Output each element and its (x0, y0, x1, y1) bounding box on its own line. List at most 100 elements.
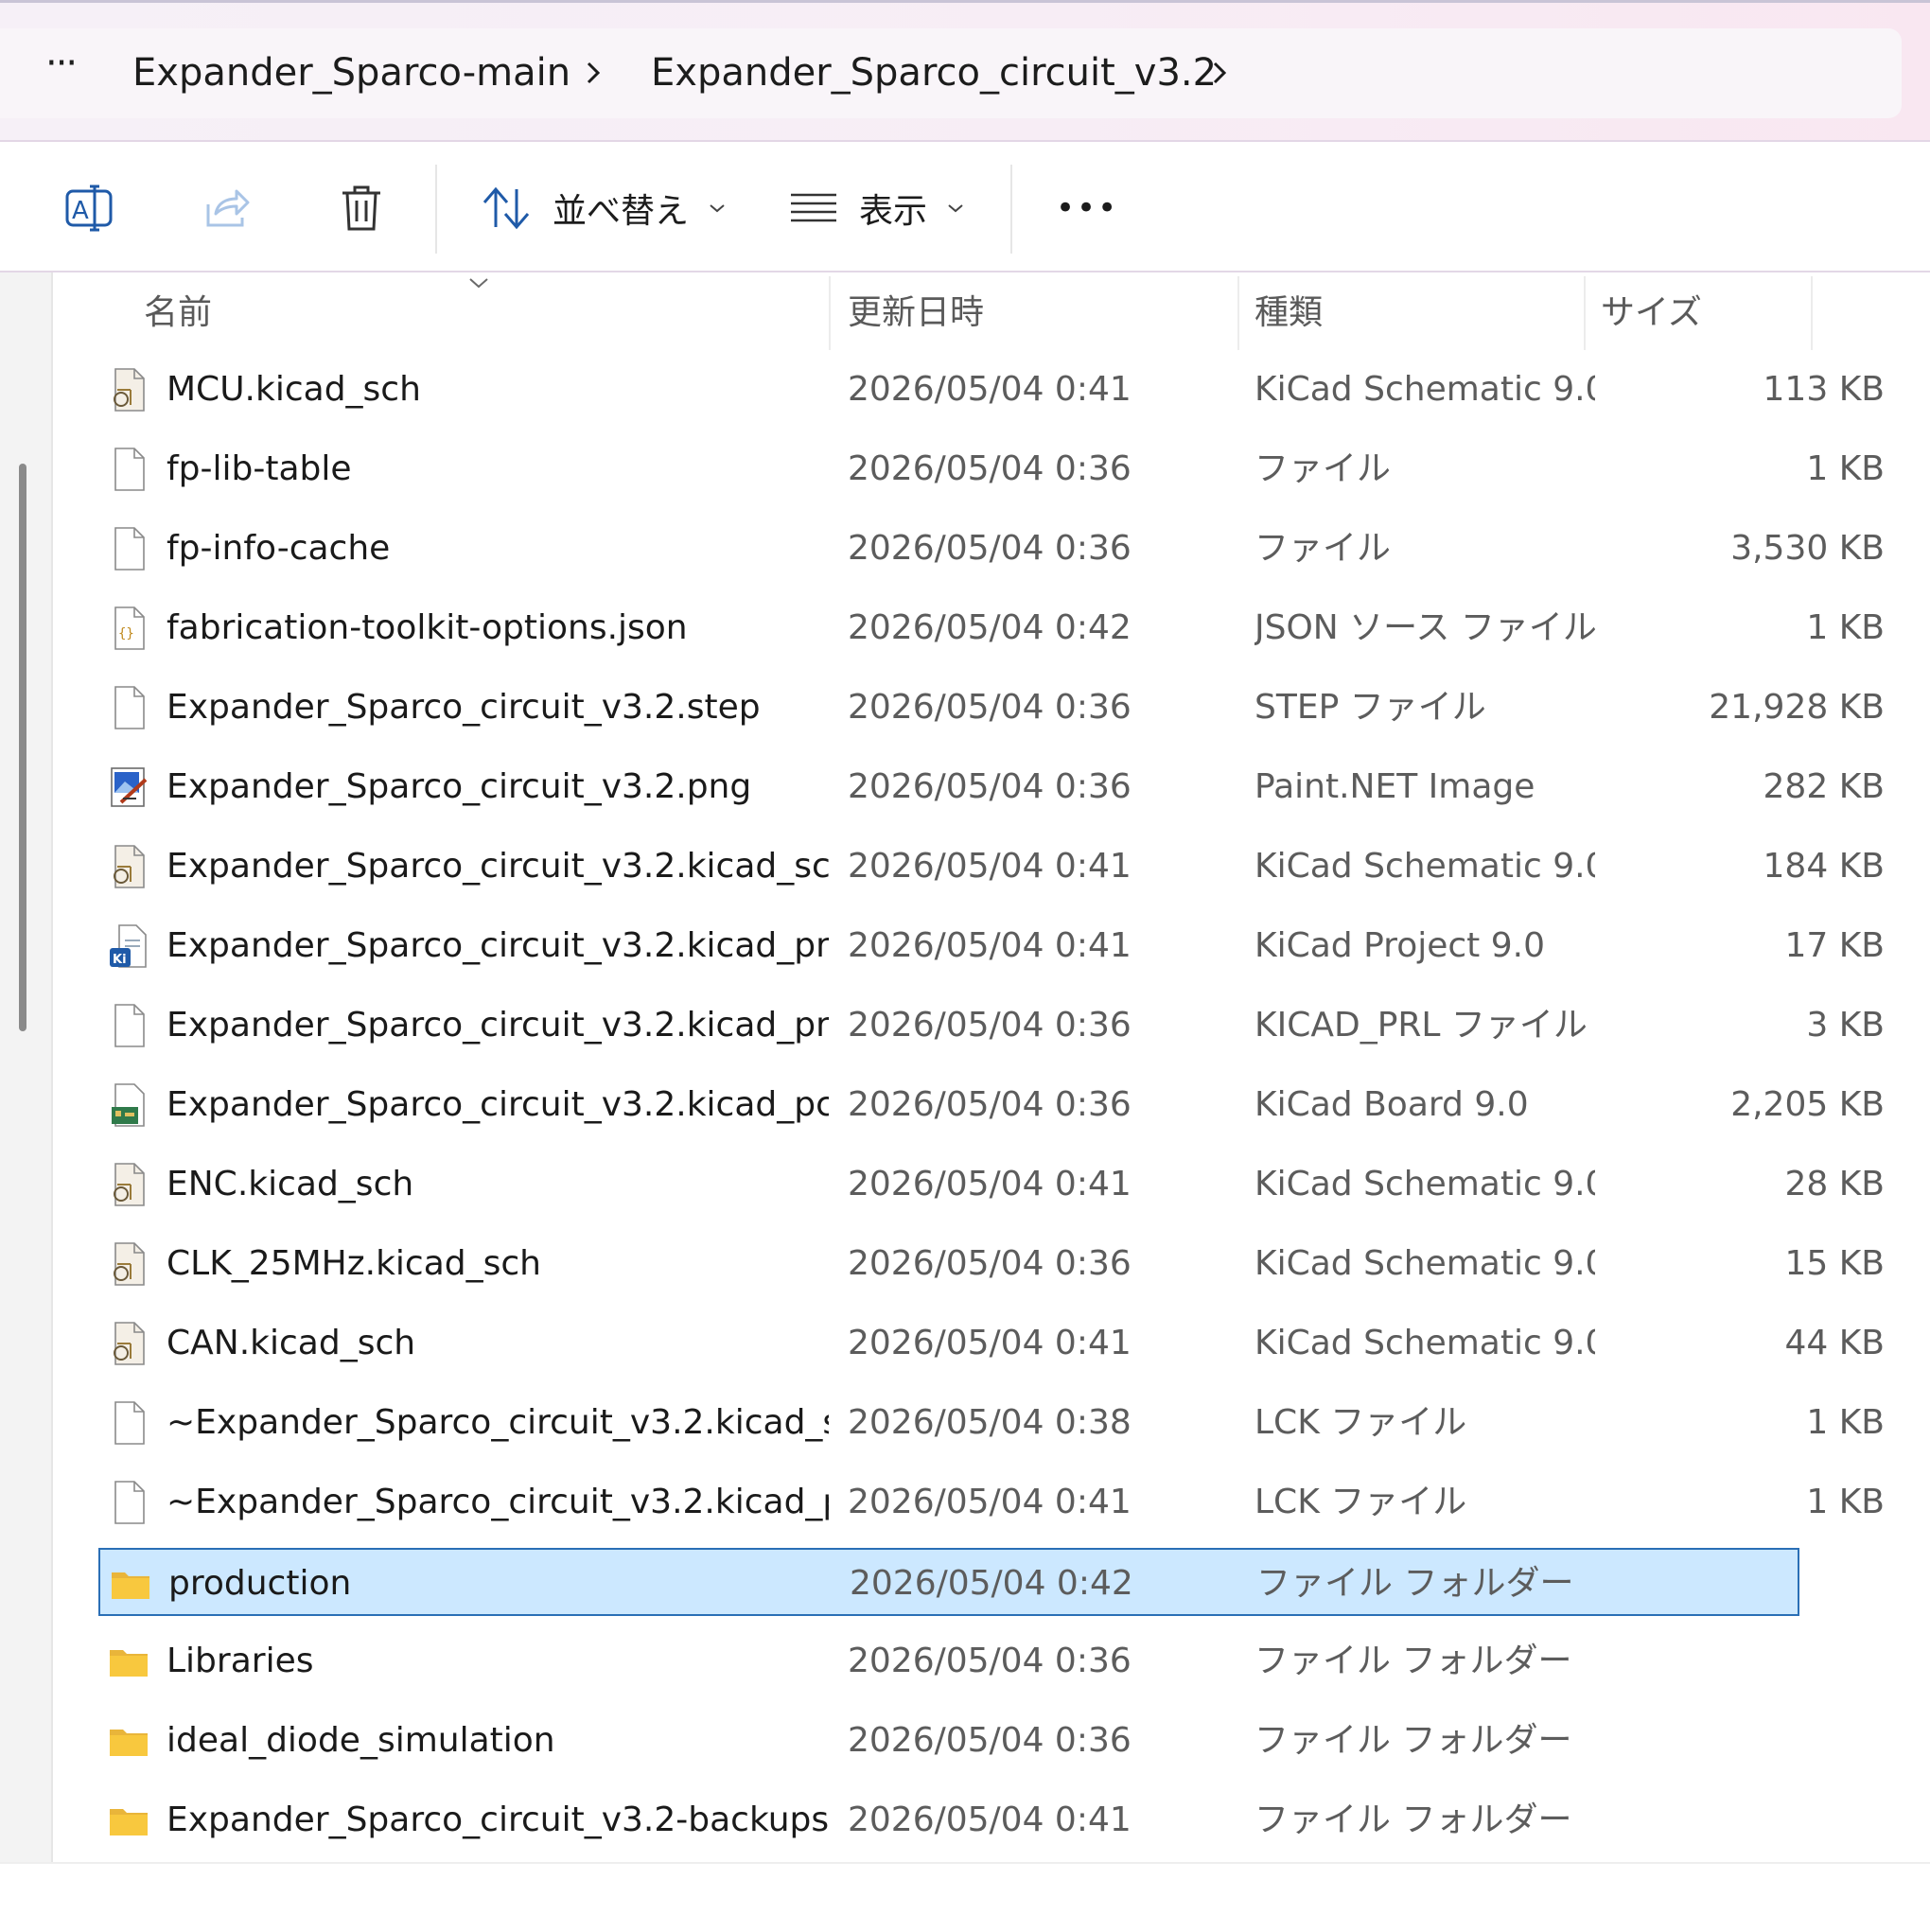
chevron-right-icon[interactable] (1203, 50, 1236, 96)
file-size: 28 KB (1784, 1165, 1885, 1203)
file-size: 3 KB (1806, 1006, 1885, 1045)
file-row[interactable]: MCU.kicad_sch 2026/05/04 0:41 KiCad Schema… (98, 356, 1885, 424)
toolbar-divider (1010, 165, 1012, 254)
file-row[interactable]: ~Expander_Sparco_circuit_v3.2.kicad_pcb.… (98, 1468, 1885, 1537)
file-row[interactable]: Expander_Sparco_circuit_v3.2.kicad_prl 20… (98, 992, 1885, 1060)
file-name: Libraries (167, 1642, 314, 1680)
address-bar: ··· Expander_Sparco-main Expander_Sparco… (0, 0, 1930, 142)
file-row[interactable]: CAN.kicad_sch 2026/05/04 0:41 KiCad Schema… (98, 1309, 1885, 1378)
file-row[interactable]: Expander_Sparco_circuit_v3.2.png 2026/05/… (98, 753, 1885, 821)
breadcrumb-item-expander-sparco-main[interactable]: Expander_Sparco-main (132, 46, 570, 99)
file-row[interactable]: ~Expander_Sparco_circuit_v3.2.kicad_sch.… (98, 1389, 1885, 1457)
file-name: fp-info-cache (167, 529, 391, 568)
file-modified-date: 2026/05/04 0:41 (848, 370, 1132, 409)
column-header-date[interactable]: 更新日時 (848, 290, 984, 337)
file-row[interactable]: fp-info-cache 2026/05/04 0:36 ファイル 3,530 KB (98, 515, 1885, 583)
column-divider[interactable] (1237, 276, 1239, 350)
folder-icon (108, 1639, 149, 1684)
breadcrumb-more-button[interactable]: ··· (45, 44, 78, 82)
file-row[interactable]: Expander_Sparco_circuit_v3.2.kicad_sch 20… (98, 833, 1885, 901)
file-modified-date: 2026/05/04 0:38 (848, 1403, 1132, 1442)
json-file-icon: {} (108, 606, 149, 651)
breadcrumb-item-expander-sparco-circuit[interactable]: Expander_Sparco_circuit_v3.2 (651, 46, 1217, 99)
kicad-schematic-icon (108, 844, 149, 889)
file-modified-date: 2026/05/04 0:41 (848, 926, 1132, 965)
delete-button[interactable] (339, 180, 384, 237)
column-header-size[interactable]: サイズ (1601, 290, 1702, 337)
file-row[interactable]: fp-lib-table 2026/05/04 0:36 ファイル 1 KB (98, 435, 1885, 503)
file-modified-date: 2026/05/04 0:41 (848, 1483, 1132, 1521)
file-size: 44 KB (1784, 1324, 1885, 1362)
svg-text:{}: {} (118, 626, 134, 641)
file-size (1565, 1707, 1885, 1775)
file-type: ファイル (1254, 449, 1392, 488)
file-modified-date: 2026/05/04 0:36 (848, 1244, 1132, 1283)
file-modified-date: 2026/05/04 0:42 (850, 1564, 1133, 1603)
kicad-schematic-icon (108, 1321, 149, 1366)
sort-button[interactable]: 並べ替え (481, 180, 727, 237)
column-header-type[interactable]: 種類 (1254, 290, 1323, 337)
folder-row[interactable]: Expander_Sparco_circuit_v3.2-backups 2026… (98, 1786, 1799, 1854)
svg-text:A: A (72, 197, 89, 225)
more-options-button[interactable]: ••• (1056, 180, 1118, 237)
file-size (1565, 1786, 1885, 1854)
share-button[interactable] (202, 180, 252, 237)
blank-file-icon (108, 1003, 149, 1048)
file-type: STEP ファイル (1254, 688, 1486, 727)
status-area (0, 1862, 1930, 1932)
file-explorer-window: ··· Expander_Sparco-main Expander_Sparco… (0, 0, 1930, 1932)
file-row[interactable]: Expander_Sparco_circuit_v3.2.step 2026/05… (98, 674, 1885, 742)
file-size: 1 KB (1806, 1483, 1885, 1521)
file-type: KiCad Project 9.0 (1254, 926, 1545, 965)
kicad-project-icon: Ki (108, 923, 149, 969)
file-list (0, 272, 1930, 1862)
file-name: Expander_Sparco_circuit_v3.2.kicad_pro (167, 926, 829, 965)
file-name: production (168, 1564, 352, 1603)
file-size: 2,205 KB (1730, 1085, 1885, 1124)
file-name: ENC.kicad_sch (167, 1165, 414, 1203)
file-row[interactable]: ENC.kicad_sch 2026/05/04 0:41 KiCad Schema… (98, 1150, 1885, 1219)
file-modified-date: 2026/05/04 0:36 (848, 688, 1132, 727)
folder-row[interactable]: Libraries 2026/05/04 0:36 ファイル フォルダー (98, 1627, 1799, 1695)
file-modified-date: 2026/05/04 0:42 (848, 608, 1132, 647)
column-header-name[interactable]: 名前 (144, 290, 212, 337)
file-row[interactable]: CLK_25MHz.kicad_sch 2026/05/04 0:36 KiCad … (98, 1230, 1885, 1298)
file-type: KiCad Schematic 9.0 (1254, 1324, 1595, 1362)
file-name: CLK_25MHz.kicad_sch (167, 1244, 541, 1283)
chevron-down-icon (710, 204, 725, 213)
file-size: 1 KB (1806, 449, 1885, 488)
file-modified-date: 2026/05/04 0:41 (848, 847, 1132, 886)
view-button[interactable]: 表示 (789, 180, 965, 237)
file-name: ~Expander_Sparco_circuit_v3.2.kicad_sch.… (167, 1403, 829, 1442)
folder-row[interactable]: production 2026/05/04 0:42 ファイル フォルダー (98, 1548, 1799, 1616)
file-row[interactable]: {} fabrication-toolkit-options.json 2026/0… (98, 594, 1885, 662)
file-modified-date: 2026/05/04 0:36 (848, 1006, 1132, 1045)
file-type: ファイル フォルダー (1254, 1721, 1572, 1760)
file-modified-date: 2026/05/04 0:36 (848, 1085, 1132, 1124)
file-row[interactable]: Expander_Sparco_circuit_v3.2.kicad_pcb 20… (98, 1071, 1885, 1139)
toolbar-divider (435, 165, 437, 254)
file-modified-date: 2026/05/04 0:36 (848, 1721, 1132, 1760)
chevron-right-icon[interactable] (577, 50, 609, 96)
file-type: KiCad Schematic 9.0 (1254, 1165, 1595, 1203)
navigation-pane-edge (0, 272, 53, 1862)
paintnet-image-icon (108, 764, 149, 810)
kicad-board-icon (108, 1082, 149, 1128)
column-divider[interactable] (829, 276, 831, 350)
file-size: 184 KB (1763, 847, 1885, 886)
file-type: LCK ファイル (1254, 1483, 1467, 1521)
column-divider[interactable] (1811, 276, 1813, 350)
file-modified-date: 2026/05/04 0:41 (848, 1165, 1132, 1203)
file-size: 3,530 KB (1730, 529, 1885, 568)
file-row[interactable]: Ki Expander_Sparco_circuit_v3.2.kicad_pro… (98, 912, 1885, 980)
file-size: 21,928 KB (1709, 688, 1885, 727)
rename-button[interactable]: A (64, 180, 115, 237)
blank-file-icon (108, 1400, 149, 1446)
file-name: Expander_Sparco_circuit_v3.2-backups (167, 1800, 829, 1839)
column-divider[interactable] (1584, 276, 1586, 350)
folder-row[interactable]: ideal_diode_simulation 2026/05/04 0:36 ファイ… (98, 1707, 1799, 1775)
file-type: KiCad Schematic 9.0 (1254, 847, 1595, 886)
file-name: Expander_Sparco_circuit_v3.2.kicad_pcb (167, 1085, 829, 1124)
file-type: JSON ソース ファイル (1254, 608, 1595, 647)
scrollbar-thumb[interactable] (19, 464, 26, 1031)
